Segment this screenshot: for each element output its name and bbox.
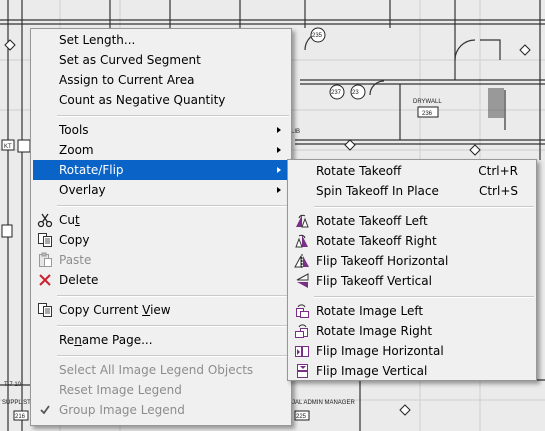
menu-item-label: Rotate Takeoff Right: [316, 234, 437, 248]
submenu-item-rotate-takeoff-right[interactable]: Rotate Takeoff Right: [290, 231, 534, 251]
submenu-item-flip-image-horizontal[interactable]: Flip Image Horizontal: [290, 341, 534, 361]
menu-item-label: Copy Current View: [59, 303, 171, 317]
menu-item-group-legend[interactable]: Group Image Legend: [33, 400, 289, 420]
submenu-item-flip-takeoff-vertical[interactable]: Flip Takeoff Vertical: [290, 271, 534, 291]
menu-separator: [57, 355, 289, 357]
menu-item-label: Flip Takeoff Vertical: [316, 274, 432, 288]
room-label-admin: JAL ADMIN MANAGER: [292, 400, 355, 406]
menu-item-label: Flip Image Horizontal: [316, 344, 444, 358]
menu-item-cut[interactable]: Cut: [33, 210, 289, 230]
menu-item-set-curved-segment[interactable]: Set as Curved Segment: [33, 50, 289, 70]
submenu-arrow-icon: [277, 187, 281, 193]
rotate-image-left-icon: [296, 304, 309, 318]
menu-item-label: Copy: [59, 233, 90, 247]
flip-image-horizontal-icon: [295, 346, 309, 357]
menu-separator: [57, 205, 289, 207]
menu-item-label: Group Image Legend: [59, 403, 185, 417]
menu-item-label: Rename Page...: [59, 333, 153, 347]
submenu-arrow-icon: [277, 167, 281, 173]
menu-item-label: Rotate Image Right: [316, 324, 433, 338]
menu-separator: [57, 115, 289, 117]
submenu-arrow-icon: [277, 147, 281, 153]
menu-item-copy[interactable]: Copy: [33, 230, 289, 250]
menu-item-rotate-flip[interactable]: Rotate/Flip: [33, 160, 289, 180]
menu-item-label: Select All Image Legend Objects: [59, 363, 254, 377]
submenu-item-flip-takeoff-horizontal[interactable]: Flip Takeoff Horizontal: [290, 251, 534, 271]
copy-icon: [38, 233, 52, 247]
menu-item-zoom[interactable]: Zoom: [33, 140, 289, 160]
menu-item-label: Count as Negative Quantity: [59, 93, 226, 107]
tag-lib: LIB: [291, 129, 300, 135]
tag-237: 237: [331, 90, 342, 96]
menu-item-delete[interactable]: Delete: [33, 270, 289, 290]
clipboard-icon: [39, 252, 52, 267]
room-number-admin: 225: [296, 414, 307, 420]
menu-separator: [57, 295, 289, 297]
menu-item-label: Cut: [59, 213, 80, 227]
tag-23: 23: [352, 90, 359, 96]
menu-item-label: Rotate Takeoff: [316, 164, 402, 178]
menu-item-label: Delete: [59, 273, 99, 287]
rotate-takeoff-left-icon: [296, 214, 309, 228]
menu-item-paste[interactable]: Paste: [33, 250, 289, 270]
menu-item-label: Zoom: [59, 143, 94, 157]
menu-item-copy-current-view[interactable]: Copy Current View: [33, 300, 289, 320]
menu-item-set-length[interactable]: Set Length...: [33, 30, 289, 50]
menu-separator: [57, 325, 289, 327]
submenu-item-rotate-image-left[interactable]: Rotate Image Left: [290, 301, 534, 321]
menu-item-label: Rotate Image Left: [316, 304, 424, 318]
submenu-item-flip-image-vertical[interactable]: Flip Image Vertical: [290, 361, 534, 381]
menu-item-label: Set as Curved Segment: [59, 53, 201, 67]
menu-item-label: Set Length...: [59, 33, 136, 47]
copy-icon: [38, 303, 52, 317]
menu-item-label: Tools: [59, 123, 89, 137]
menu-item-label: Overlay: [59, 183, 106, 197]
menu-item-label: Reset Image Legend: [59, 383, 182, 397]
rotate-takeoff-right-icon: [295, 234, 308, 248]
menu-item-assign-area[interactable]: Assign to Current Area: [33, 70, 289, 90]
tag-235: 235: [312, 33, 323, 39]
menu-item-reset-legend[interactable]: Reset Image Legend: [33, 380, 289, 400]
menu-item-overlay[interactable]: Overlay: [33, 180, 289, 200]
menu-item-label: Assign to Current Area: [59, 73, 195, 87]
menu-item-label: Spin Takeoff In Place: [316, 184, 439, 198]
flip-takeoff-horizontal-icon: [294, 254, 309, 268]
submenu-arrow-icon: [277, 127, 281, 133]
flip-image-vertical-icon: [297, 364, 308, 378]
context-menu: Set Length... Set as Curved Segment Assi…: [30, 28, 292, 426]
checkmark-icon: [40, 405, 50, 415]
room-number-supply: 216: [15, 414, 26, 420]
shortcut-label: Ctrl+S: [478, 184, 518, 198]
submenu-item-rotate-takeoff-left[interactable]: Rotate Takeoff Left: [290, 211, 534, 231]
rotate-image-right-icon: [295, 324, 308, 338]
tag-kt: KT: [4, 144, 12, 150]
menu-item-label: Rotate/Flip: [59, 163, 124, 177]
menu-item-label: Paste: [59, 253, 92, 267]
scissors-icon: [37, 213, 53, 228]
menu-item-count-negative[interactable]: Count as Negative Quantity: [33, 90, 289, 110]
tag-t7: T-7 10: [4, 382, 22, 388]
menu-item-tools[interactable]: Tools: [33, 120, 289, 140]
submenu-item-spin-takeoff[interactable]: Spin Takeoff In Place Ctrl+S: [290, 181, 534, 201]
delete-x-icon: [39, 274, 51, 286]
menu-item-label: Flip Takeoff Horizontal: [316, 254, 449, 268]
submenu-item-rotate-takeoff[interactable]: Rotate Takeoff Ctrl+R: [290, 161, 534, 181]
flip-takeoff-vertical-icon: [296, 273, 309, 288]
rotate-flip-submenu: Rotate Takeoff Ctrl+R Spin Takeoff In Pl…: [287, 159, 537, 381]
submenu-item-rotate-image-right[interactable]: Rotate Image Right: [290, 321, 534, 341]
menu-separator: [314, 206, 534, 208]
menu-item-label: Rotate Takeoff Left: [316, 214, 428, 228]
menu-item-label: Flip Image Vertical: [316, 364, 428, 378]
menu-separator: [314, 296, 534, 298]
menu-item-select-all-legend[interactable]: Select All Image Legend Objects: [33, 360, 289, 380]
room-number-drywall: 236: [422, 111, 433, 117]
shortcut-label: Ctrl+R: [478, 164, 518, 178]
menu-item-rename-page[interactable]: Rename Page...: [33, 330, 289, 350]
room-label-drywall: DRYWALL: [413, 99, 442, 105]
